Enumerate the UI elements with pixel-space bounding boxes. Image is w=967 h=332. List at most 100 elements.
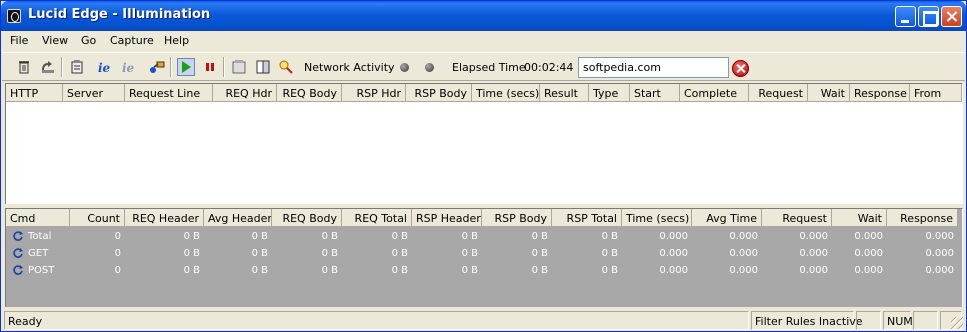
status-panel-empty	[913, 311, 938, 330]
summary-cell: 0 B	[531, 265, 548, 276]
column-header-rsp-body[interactable]: RSP Body	[482, 209, 552, 227]
maximize-button[interactable]	[918, 6, 939, 27]
summary-table: Cmd Count REQ Header Avg Header REQ Body…	[5, 208, 963, 307]
column-header-req-hdr[interactable]: REQ Hdr	[213, 84, 277, 102]
play-icon[interactable]	[177, 58, 195, 76]
menu-capture[interactable]: Capture	[110, 34, 154, 47]
column-header-avg-header[interactable]: Avg Header	[204, 209, 272, 227]
column-header-wait[interactable]: Wait	[832, 209, 887, 227]
ie-icon[interactable]: ie	[96, 58, 114, 76]
summary-cell: 0 B	[321, 248, 338, 259]
column-header-response[interactable]: Response	[887, 209, 958, 227]
toolbar: ie ie Network Activity Elapsed Time 00:0…	[2, 52, 965, 81]
summary-cell: 0 B	[461, 265, 478, 276]
pause-icon[interactable]	[201, 58, 219, 76]
summary-cell: 0.000	[854, 248, 883, 259]
column-header-request-line[interactable]: Request Line	[125, 84, 213, 102]
connect-icon[interactable]	[148, 58, 166, 76]
svg-text:ie: ie	[98, 61, 111, 75]
column-header-type[interactable]: Type	[589, 84, 630, 102]
menu-view[interactable]: View	[42, 34, 68, 47]
summary-cell: 0.000	[659, 248, 688, 259]
app-icon[interactable]	[7, 9, 21, 23]
menu-bar: File View Go Capture Help	[1, 31, 966, 51]
summary-cell: 0 B	[251, 265, 268, 276]
column-header-rsp-body[interactable]: RSP Body	[406, 84, 472, 102]
summary-cmd: POST	[28, 265, 55, 276]
refresh-icon	[13, 248, 23, 258]
summary-cell: 0 B	[601, 248, 618, 259]
filter-rules-status: Filter Rules Inactive	[751, 311, 863, 330]
summary-cell: 0 B	[531, 231, 548, 242]
summary-cell: 0.000	[854, 231, 883, 242]
menu-go[interactable]: Go	[81, 34, 96, 47]
clipboard-icon[interactable]	[68, 58, 86, 76]
summary-cell: 0 B	[531, 248, 548, 259]
app-window: Lucid Edge - Illumination File View Go C…	[0, 0, 967, 332]
summary-cell: 0 B	[183, 231, 200, 242]
summary-cell: 0.000	[799, 265, 828, 276]
menu-file[interactable]: File	[10, 34, 28, 47]
summary-cell: 0.000	[729, 265, 758, 276]
column-header-rsp-hdr[interactable]: RSP Hdr	[342, 84, 406, 102]
trash-icon[interactable]	[15, 58, 33, 76]
column-header-request[interactable]: Request	[749, 84, 808, 102]
column-header-time-secs[interactable]: Time (secs)	[622, 209, 692, 227]
close-button[interactable]	[941, 6, 962, 27]
activity-led-icon	[400, 63, 409, 72]
summary-row-post[interactable]: POST 0 0 B 0 B 0 B 0 B 0 B 0 B 0 B 0.000 0.000 0.00…	[6, 262, 962, 280]
refresh-icon	[13, 265, 23, 275]
column-header-req-header[interactable]: REQ Header	[125, 209, 204, 227]
menu-help[interactable]: Help	[164, 34, 189, 47]
column-header-req-total[interactable]: REQ Total	[342, 209, 412, 227]
summary-row-get[interactable]: GET 0 0 B 0 B 0 B 0 B 0 B 0 B 0 B 0.000 0.000 0.000…	[6, 245, 962, 263]
ie-disabled-icon[interactable]: ie	[120, 58, 138, 76]
column-header-avg-time[interactable]: Avg Time	[692, 209, 762, 227]
elapsed-time-value: 00:02:44	[524, 61, 574, 74]
summary-cell: 0.000	[925, 248, 954, 259]
column-header-rsp-header[interactable]: RSP Header	[412, 209, 482, 227]
column-header-server[interactable]: Server	[63, 84, 125, 102]
num-lock-indicator: NUM	[883, 311, 913, 330]
options-icon[interactable]	[230, 58, 248, 76]
summary-cell: 0 B	[321, 231, 338, 242]
column-header-rsp-total[interactable]: RSP Total	[552, 209, 622, 227]
stop-icon[interactable]	[732, 60, 749, 77]
summary-cell: 0.000	[799, 248, 828, 259]
column-header-from[interactable]: From	[910, 84, 962, 102]
url-input[interactable]	[578, 57, 729, 78]
summary-cell: 0.000	[729, 231, 758, 242]
summary-cmd: Total	[28, 231, 52, 242]
column-header-start[interactable]: Start	[630, 84, 680, 102]
column-header-request[interactable]: Request	[762, 209, 832, 227]
resize-grip[interactable]	[951, 317, 963, 329]
column-header-http[interactable]: HTTP	[6, 84, 63, 102]
column-header-wait[interactable]: Wait	[808, 84, 850, 102]
status-text: Ready	[4, 311, 749, 330]
open-icon[interactable]	[39, 58, 57, 76]
column-header-result[interactable]: Result	[540, 84, 589, 102]
column-header-complete[interactable]: Complete	[680, 84, 749, 102]
summary-cell: 0 B	[601, 265, 618, 276]
summary-cell: 0 B	[391, 231, 408, 242]
title-bar[interactable]: Lucid Edge - Illumination	[1, 1, 966, 31]
column-header-req-body[interactable]: REQ Body	[277, 84, 342, 102]
summary-cell: 0 B	[321, 265, 338, 276]
magnifier-icon[interactable]	[277, 58, 295, 76]
book-icon[interactable]	[254, 58, 272, 76]
minimize-button[interactable]	[895, 6, 916, 27]
requests-table: HTTP Server Request Line REQ Hdr REQ Bod…	[5, 83, 963, 204]
column-header-req-body[interactable]: REQ Body	[272, 209, 342, 227]
summary-row-total[interactable]: Total 0 0 B 0 B 0 B 0 B 0 B 0 B 0 B 0.000 0.000 0.0…	[6, 228, 962, 246]
summary-cell: 0.000	[854, 265, 883, 276]
status-bar: Ready Filter Rules Inactive NUM	[2, 310, 965, 331]
column-header-count[interactable]: Count	[70, 209, 125, 227]
summary-cell: 0.000	[659, 265, 688, 276]
summary-cmd: GET	[28, 248, 49, 259]
activity-led-icon	[425, 63, 434, 72]
column-header-response[interactable]: Response	[850, 84, 910, 102]
column-header-time-secs[interactable]: Time (secs)	[472, 84, 540, 102]
column-header-cmd[interactable]: Cmd	[6, 209, 70, 227]
summary-cell: 0 B	[461, 248, 478, 259]
summary-cell: 0 B	[251, 248, 268, 259]
